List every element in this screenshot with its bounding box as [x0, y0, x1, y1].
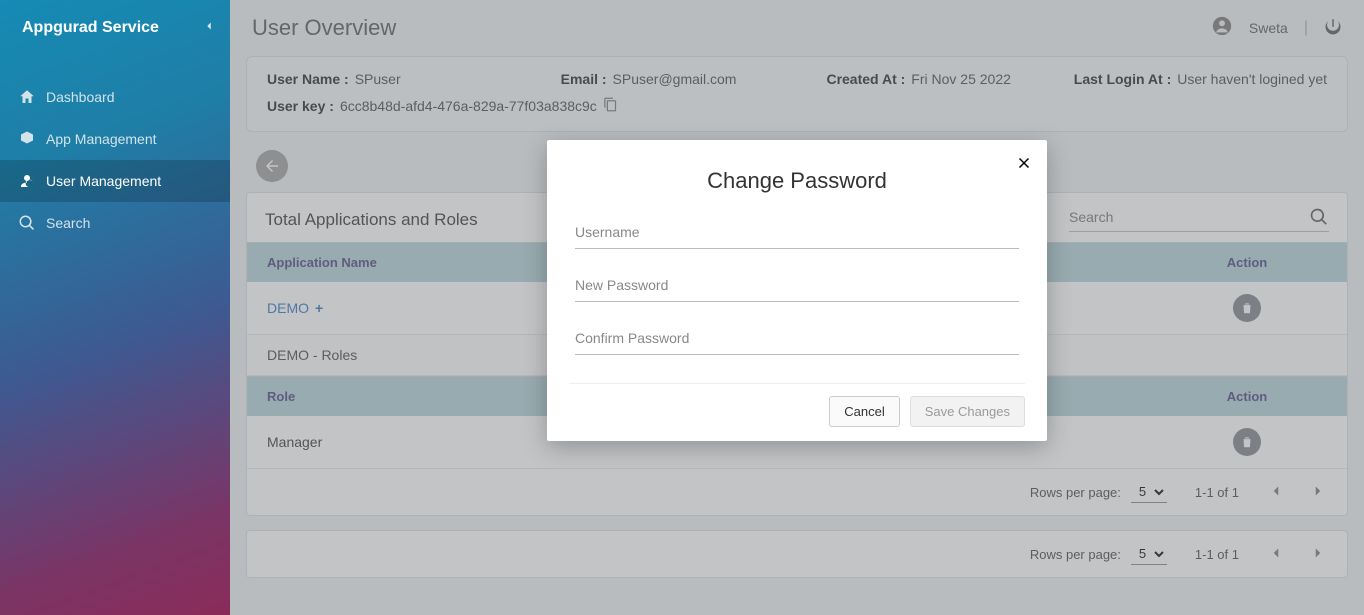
main: User Overview Sweta | User Name : SPuser — [230, 0, 1364, 615]
sidebar-item-label: App Management — [46, 131, 157, 147]
sidebar-item-label: Dashboard — [46, 89, 115, 105]
home-icon — [18, 88, 46, 106]
close-icon[interactable] — [1015, 154, 1033, 177]
change-password-modal: Change Password Cancel Save Changes — [547, 140, 1047, 441]
confirm-password-field[interactable] — [575, 330, 1019, 346]
confirm-password-field-wrap — [575, 330, 1019, 355]
sidebar-item-label: Search — [46, 215, 90, 231]
sidebar-item-label: User Management — [46, 173, 161, 189]
sidebar-item-user-management[interactable]: User Management — [0, 160, 230, 202]
modal-actions: Cancel Save Changes — [569, 383, 1025, 427]
modal-overlay[interactable]: Change Password Cancel Save Changes — [230, 0, 1364, 615]
sidebar-nav: Dashboard App Management User Management… — [0, 56, 230, 244]
username-field[interactable] — [575, 224, 1019, 240]
new-password-field[interactable] — [575, 277, 1019, 293]
sidebar-header: Appgurad Service — [0, 0, 230, 56]
sidebar-item-app-management[interactable]: App Management — [0, 118, 230, 160]
search-icon — [18, 214, 46, 232]
sidebar-item-dashboard[interactable]: Dashboard — [0, 76, 230, 118]
brand-title: Appgurad Service — [22, 19, 159, 37]
sidebar: Appgurad Service Dashboard App Managemen… — [0, 0, 230, 615]
save-changes-button[interactable]: Save Changes — [910, 396, 1025, 427]
chevron-left-icon[interactable] — [202, 19, 216, 38]
user-gear-icon — [18, 172, 46, 190]
cancel-button[interactable]: Cancel — [829, 396, 899, 427]
sidebar-item-search[interactable]: Search — [0, 202, 230, 244]
new-password-field-wrap — [575, 277, 1019, 302]
username-field-wrap — [575, 224, 1019, 249]
cube-gear-icon — [18, 130, 46, 148]
modal-title: Change Password — [569, 168, 1025, 194]
